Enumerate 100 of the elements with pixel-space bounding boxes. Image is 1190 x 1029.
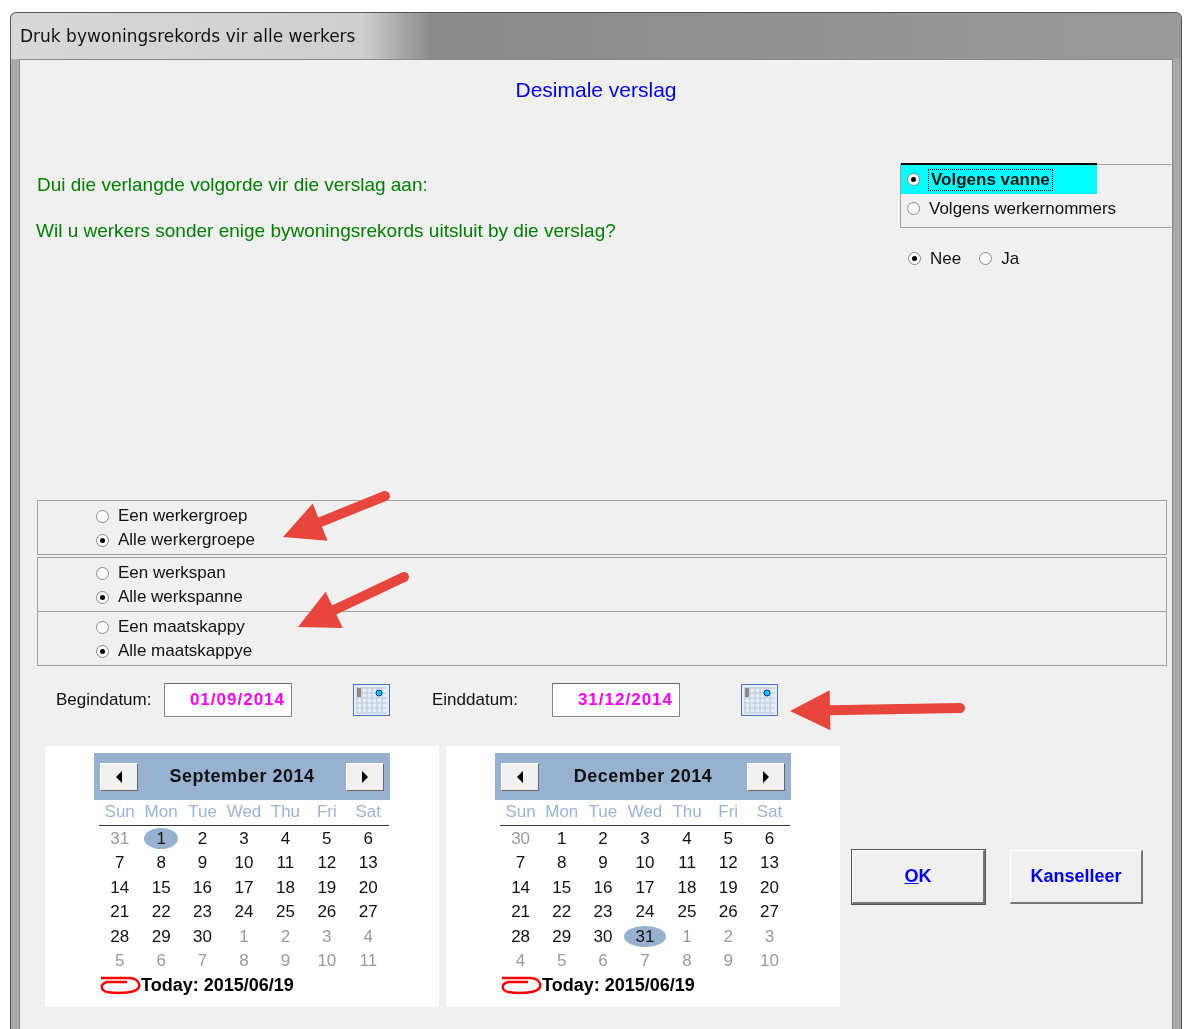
calendar-day[interactable]: 31 [623,925,667,947]
calendar-day[interactable]: 30 [587,925,619,947]
calendar-day[interactable]: 13 [753,852,785,874]
calendar-day[interactable]: 18 [671,876,703,898]
calendar-day[interactable]: 21 [505,901,537,923]
calendar-day[interactable]: 19 [311,876,343,898]
radio-button[interactable] [96,566,109,580]
radio-label[interactable]: Alle maatskappye [118,641,253,661]
calendar-day[interactable]: 15 [546,876,578,898]
month-title: December 2014 [573,766,713,787]
calendar-day[interactable]: 8 [551,852,573,874]
radio-button[interactable] [96,533,109,547]
calendar-day[interactable]: 23 [187,901,218,923]
calendar-day[interactable]: 25 [269,901,301,923]
calendar-day[interactable]: 11 [270,852,301,874]
calendar-day[interactable]: 2 [191,828,214,850]
calendar-day[interactable]: 26 [712,901,744,923]
calendar-day[interactable]: 1 [551,828,573,850]
radio-button[interactable] [96,590,109,604]
calendar-day[interactable]: 20 [753,876,785,898]
weekday-label: Sat [347,802,389,827]
calendar-day[interactable]: 6 [357,828,379,850]
radio-button[interactable] [979,252,993,265]
calendar-day[interactable]: 10 [629,852,661,874]
calendar-day[interactable]: 27 [753,901,785,923]
radio-label[interactable]: Alle werkergroepe [118,530,255,550]
calendar-day[interactable]: 14 [104,876,136,898]
radio-label[interactable]: Ja [1001,248,1020,269]
calendar-day[interactable]: 17 [228,876,260,898]
calendar-day[interactable]: 10 [228,852,260,874]
calendar-day[interactable]: 5 [717,828,739,850]
calendar-day[interactable]: 19 [712,876,744,898]
calendar-day[interactable]: 25 [671,901,703,923]
right-triangle-icon [362,770,368,783]
calendar-day[interactable]: 18 [269,876,301,898]
next-month-button[interactable] [747,762,785,791]
calendar-day[interactable]: 13 [352,852,384,874]
radio-button[interactable] [96,509,109,523]
calendar-day[interactable]: 1 [144,828,178,850]
ok-button[interactable]: OK [852,850,985,904]
radio-button[interactable] [907,202,920,215]
today-link[interactable]: Today: 2015/06/19 [141,974,294,996]
today-link[interactable]: Today: 2015/06/19 [542,974,695,996]
calendar-day[interactable]: 16 [587,876,619,898]
calendar-day[interactable]: 24 [629,901,661,923]
calendar-day[interactable]: 3 [634,828,656,850]
radio-label[interactable]: Nee [930,248,962,269]
calendar-day[interactable]: 26 [311,901,343,923]
calendar-day[interactable]: 5 [316,828,338,850]
calendar-day[interactable]: 16 [187,876,218,898]
calendar-day[interactable]: 12 [712,852,744,874]
weekday-label: Sun [500,802,542,827]
calendar-day[interactable]: 23 [587,901,619,923]
radio-button[interactable] [908,252,921,265]
calendar-day[interactable]: 28 [505,925,537,947]
previous-month-button[interactable] [100,762,138,791]
calendar-day[interactable]: 4 [676,828,698,850]
calendar-day[interactable]: 6 [758,828,781,850]
calendar-day[interactable]: 28 [104,925,136,947]
calendar-day[interactable]: 7 [108,852,131,874]
calendar-day[interactable]: 15 [145,876,177,898]
weekday-label: Wed [223,802,265,827]
calendar-day[interactable]: 29 [145,925,177,947]
calendar-day[interactable]: 21 [104,901,136,923]
calendar-day[interactable]: 20 [352,876,384,898]
radio-label[interactable]: Een werkspan [118,563,226,583]
calendar-day[interactable]: 7 [509,852,532,874]
radio-label[interactable]: Alle werkspanne [118,587,243,607]
calendar-day[interactable]: 22 [145,901,177,923]
radio-label[interactable]: Een maatskappy [118,617,245,637]
radio-button[interactable] [907,173,920,186]
calendar-day[interactable]: 8 [150,852,172,874]
question-text: Wil u werkers sonder enige bywoningsrekords uitsluit by die verslag? [36,220,616,243]
calendar-day[interactable]: 17 [629,876,661,898]
weekday-label: Sat [748,802,790,827]
weekday-label: Sun [99,802,141,827]
calendar-day[interactable]: 22 [546,901,578,923]
weekday-label: Mon [140,802,182,827]
next-month-button[interactable] [346,762,384,791]
calendar-day[interactable]: 24 [228,901,260,923]
calendar-day[interactable]: 9 [592,852,614,874]
radio-button[interactable] [96,644,109,658]
radio-label[interactable]: Een werkergroep [118,506,248,526]
radio-label[interactable]: Volgens werkernommers [929,198,1117,219]
radio-button[interactable] [96,620,109,634]
cancel-button[interactable]: Kanselleer [1010,850,1143,904]
calendar-icon[interactable] [353,684,390,716]
window-title: Druk bywoningsrekords vir alle werkers [20,26,356,46]
calendar-day[interactable]: 14 [505,876,537,898]
calendar-icon[interactable] [741,684,778,716]
calendar-day[interactable]: 29 [546,925,578,947]
calendar-day[interactable]: 2 [592,828,614,850]
calendar-day[interactable]: 27 [352,901,384,923]
calendar-day[interactable]: 12 [311,852,343,874]
calendar-day[interactable]: 11 [672,852,702,874]
calendar-day[interactable]: 30 [187,925,218,947]
calendar-day[interactable]: 3 [233,828,255,850]
previous-month-button[interactable] [501,762,539,791]
calendar-day[interactable]: 9 [191,852,214,874]
calendar-day[interactable]: 4 [274,828,297,850]
